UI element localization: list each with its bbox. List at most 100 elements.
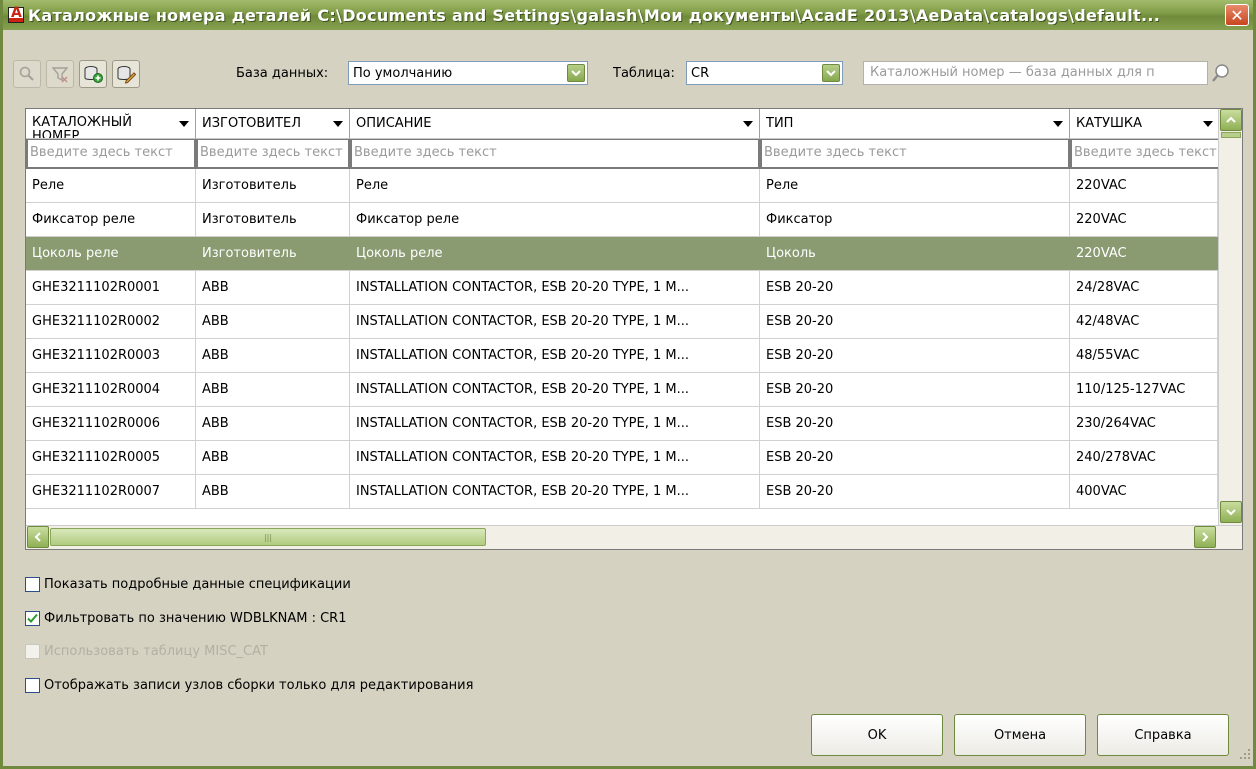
column-header-label: ОПИСАНИЕ — [356, 116, 432, 131]
cell-description: INSTALLATION CONTACTOR, ESB 20-20 TYPE, … — [350, 475, 760, 508]
cell-coil: 24/28VAC — [1070, 271, 1218, 304]
cell-coil: 240/278VAC — [1070, 441, 1218, 474]
cell-coil: 220VAC — [1070, 169, 1218, 202]
cell-manufacturer: ABB — [196, 305, 350, 338]
table-row[interactable]: GHE3211102R0006 ABB INSTALLATION CONTACTOR… — [26, 407, 1218, 441]
cell-manufacturer: ABB — [196, 373, 350, 406]
table-row[interactable]: Фиксатор реле Изготовитель Фиксатор реле Фи… — [26, 203, 1218, 237]
cell-coil: 110/125-127VAC — [1070, 373, 1218, 406]
cell-catalog: GHE3211102R0003 — [26, 339, 196, 372]
sort-caret-icon[interactable] — [1053, 121, 1063, 127]
cell-description: INSTALLATION CONTACTOR, ESB 20-20 TYPE, … — [350, 305, 760, 338]
chevron-down-icon[interactable] — [822, 64, 840, 82]
column-header-label: ТИП — [766, 116, 794, 131]
table-row[interactable]: GHE3211102R0003 ABB INSTALLATION CONTACTOR… — [26, 339, 1218, 373]
cell-manufacturer: Изготовитель — [196, 237, 350, 270]
catalog-grid: КАТАЛОЖНЫЙ НОМЕР ИЗГОТОВИТЕЛ ОПИСАНИЕ ТИ… — [25, 108, 1243, 550]
table-row[interactable]: Цоколь реле Изготовитель Цоколь реле Цоколь… — [26, 237, 1218, 271]
catalog-browser-dialog: Каталожные номера деталей C:\Documents a… — [0, 0, 1256, 769]
use-misc-cat-label: Использовать таблицу MISC_CAT — [44, 643, 268, 659]
cell-catalog: GHE3211102R0007 — [26, 475, 196, 508]
chevron-down-icon[interactable] — [567, 64, 585, 82]
column-header-label: КАТУШКА — [1076, 116, 1143, 131]
cell-type: ESB 20-20 — [760, 271, 1070, 304]
cell-coil: 42/48VAC — [1070, 305, 1218, 338]
help-button[interactable]: Справка — [1097, 714, 1229, 756]
find-icon[interactable] — [13, 60, 41, 88]
column-header-catalog[interactable]: КАТАЛОЖНЫЙ НОМЕР — [26, 109, 196, 139]
filter-wdblknam-checkbox[interactable] — [25, 610, 40, 626]
option-assembly-edit-only[interactable]: Отображать записи узлов сборки только дл… — [25, 675, 473, 695]
search-icon[interactable] — [1210, 62, 1232, 88]
table-select-value: CR — [691, 65, 710, 81]
clear-filter-icon[interactable] — [46, 60, 74, 88]
table-row[interactable]: GHE3211102R0004 ABB INSTALLATION CONTACTOR… — [26, 373, 1218, 407]
cell-type: ESB 20-20 — [760, 407, 1070, 440]
cell-catalog: GHE3211102R0006 — [26, 407, 196, 440]
cell-catalog: GHE3211102R0004 — [26, 373, 196, 406]
table-label: Таблица: — [613, 66, 675, 81]
table-row[interactable]: GHE3211102R0002 ABB INSTALLATION CONTACTOR… — [26, 305, 1218, 339]
option-filter-wdblknam[interactable]: Фильтровать по значению WDBLKNAM : CR1 — [25, 608, 346, 628]
cell-type: Реле — [760, 169, 1070, 202]
option-show-bom[interactable]: Показать подробные данные спецификации — [25, 574, 351, 594]
cell-coil: 220VAC — [1070, 237, 1218, 270]
scroll-left-icon[interactable] — [27, 526, 49, 548]
sort-caret-icon[interactable] — [743, 121, 753, 127]
cell-coil: 230/264VAC — [1070, 407, 1218, 440]
table-select[interactable]: CR — [686, 61, 843, 85]
database-select[interactable]: По умолчанию — [348, 61, 588, 85]
cell-description: INSTALLATION CONTACTOR, ESB 20-20 TYPE, … — [350, 271, 760, 304]
cell-catalog: GHE3211102R0002 — [26, 305, 196, 338]
cell-catalog: Фиксатор реле — [26, 203, 196, 236]
cell-manufacturer: ABB — [196, 271, 350, 304]
show-bom-label: Показать подробные данные спецификации — [44, 576, 351, 592]
filter-input-catalog[interactable]: Введите здесь текст — [26, 139, 196, 169]
cell-catalog: Реле — [26, 169, 196, 202]
cell-coil: 220VAC — [1070, 203, 1218, 236]
search-input[interactable]: Каталожный номер — база данных для п — [863, 61, 1208, 85]
vertical-scrollbar[interactable] — [1218, 109, 1242, 525]
scroll-up-icon[interactable] — [1220, 109, 1242, 131]
cancel-button[interactable]: Отмена — [954, 714, 1086, 756]
autocad-app-icon — [8, 5, 24, 23]
table-row[interactable]: GHE3211102R0005 ABB INSTALLATION CONTACTOR… — [26, 441, 1218, 475]
scroll-right-icon[interactable] — [1194, 526, 1216, 548]
cell-catalog: Цоколь реле — [26, 237, 196, 270]
filter-input-type[interactable]: Введите здесь текст — [760, 139, 1070, 169]
close-button[interactable]: ✕ — [1225, 4, 1249, 26]
resize-grip-icon[interactable] — [1239, 748, 1251, 764]
horizontal-scrollbar[interactable]: ||| — [26, 525, 1242, 549]
use-misc-cat-checkbox — [25, 643, 40, 659]
cell-type: ESB 20-20 — [760, 475, 1070, 508]
table-row[interactable]: GHE3211102R0007 ABB INSTALLATION CONTACTOR… — [26, 475, 1218, 509]
filter-input-description[interactable]: Введите здесь текст — [350, 139, 760, 169]
show-bom-checkbox[interactable] — [25, 576, 40, 592]
sort-caret-icon[interactable] — [333, 121, 343, 127]
edit-record-icon[interactable] — [112, 60, 140, 88]
ok-button[interactable]: OK — [811, 714, 943, 756]
cell-coil: 400VAC — [1070, 475, 1218, 508]
title-bar[interactable]: Каталожные номера деталей C:\Documents a… — [3, 0, 1253, 30]
scroll-down-icon[interactable] — [1220, 501, 1242, 523]
cell-catalog: GHE3211102R0005 — [26, 441, 196, 474]
filter-input-manufacturer[interactable]: Введите здесь текст — [196, 139, 350, 169]
filter-input-coil[interactable]: Введите здесь текст — [1070, 139, 1220, 169]
cell-description: INSTALLATION CONTACTOR, ESB 20-20 TYPE, … — [350, 441, 760, 474]
table-row[interactable]: GHE3211102R0001 ABB INSTALLATION CONTACTOR… — [26, 271, 1218, 305]
sort-caret-icon[interactable] — [1203, 121, 1213, 127]
vertical-scroll-thumb[interactable] — [1221, 132, 1241, 138]
assembly-edit-only-checkbox[interactable] — [25, 677, 40, 693]
add-record-icon[interactable] — [79, 60, 107, 88]
column-header-manufacturer[interactable]: ИЗГОТОВИТЕЛ — [196, 109, 350, 139]
database-label: База данных: — [236, 66, 329, 81]
sort-caret-icon[interactable] — [179, 121, 189, 127]
cell-type: ESB 20-20 — [760, 339, 1070, 372]
column-header-label: ИЗГОТОВИТЕЛ — [202, 116, 301, 131]
toolbar: База данных: По умолчанию Таблица: CR Ка… — [13, 60, 1253, 92]
column-header-coil[interactable]: КАТУШКА — [1070, 109, 1220, 139]
column-header-description[interactable]: ОПИСАНИЕ — [350, 109, 760, 139]
horizontal-scroll-thumb[interactable]: ||| — [50, 528, 486, 546]
column-header-type[interactable]: ТИП — [760, 109, 1070, 139]
table-row[interactable]: Реле Изготовитель Реле Реле 220VAC — [26, 169, 1218, 203]
